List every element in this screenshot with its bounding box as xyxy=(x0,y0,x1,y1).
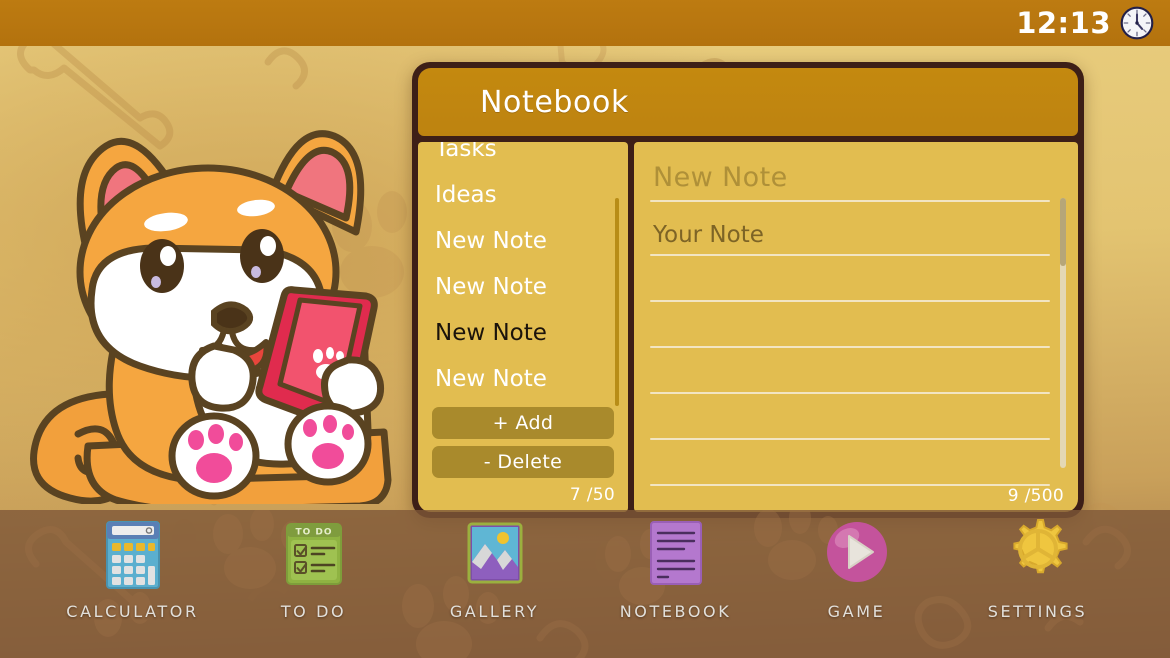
note-editor-panel: New Note Your Note 9 /500 xyxy=(634,142,1078,512)
calculator-icon xyxy=(105,521,160,589)
note-title-input[interactable]: New Note xyxy=(653,162,1038,193)
editor-rule xyxy=(650,484,1050,486)
dock-label: GALLERY xyxy=(449,602,540,621)
editor-rule xyxy=(650,346,1050,348)
dock-label: GAME xyxy=(827,602,886,621)
window-body: Tasks Ideas New Note New Note New Note N… xyxy=(418,142,1078,512)
list-item[interactable]: Ideas xyxy=(418,172,628,218)
dock-label: SETTINGS xyxy=(987,602,1088,621)
note-title-rule xyxy=(650,200,1050,202)
dock-item-calculator[interactable]: CALCULATOR xyxy=(42,518,223,621)
list-item[interactable]: New Note xyxy=(418,218,628,264)
shiba-inu-mascot xyxy=(30,130,392,504)
editor-scrollbar-thumb[interactable] xyxy=(1060,198,1066,266)
status-bar: 12:13 xyxy=(0,0,1170,46)
svg-text:TO DO: TO DO xyxy=(295,528,332,538)
note-list[interactable]: Tasks Ideas New Note New Note New Note N… xyxy=(418,142,628,410)
clock-icon xyxy=(1120,6,1154,40)
editor-rule xyxy=(650,392,1050,394)
dock-label: CALCULATOR xyxy=(66,602,199,621)
editor-scrollbar[interactable] xyxy=(1060,198,1066,468)
todo-icon: TO DO xyxy=(285,523,342,585)
page-title: Notebook xyxy=(480,84,629,120)
dock-label: NOTEBOOK xyxy=(619,602,732,621)
dock-item-todo[interactable]: TO DO TO DO xyxy=(223,518,404,621)
list-actions: + Add - Delete xyxy=(418,407,628,478)
list-item[interactable]: New Note xyxy=(418,356,628,402)
editor-rule xyxy=(650,254,1050,256)
gallery-icon xyxy=(467,522,522,584)
note-count-badge: 7 /50 xyxy=(569,485,615,505)
note-body-input[interactable]: Your Note xyxy=(653,212,1038,258)
dock-item-game[interactable]: GAME xyxy=(766,518,947,621)
notebook-icon xyxy=(649,521,702,585)
app-dock: CALCULATOR TO DO TO DO GALLERY NOTEBOOK … xyxy=(0,510,1170,658)
list-item[interactable]: New Note xyxy=(418,264,628,310)
dock-item-settings[interactable]: SETTINGS xyxy=(947,518,1128,621)
notebook-window: Notebook Tasks Ideas New Note New Note N… xyxy=(412,62,1084,518)
list-scrollbar[interactable] xyxy=(615,198,619,406)
character-count-badge: 9 /500 xyxy=(1007,486,1064,506)
game-icon xyxy=(826,522,887,582)
dock-item-gallery[interactable]: GALLERY xyxy=(404,518,585,621)
editor-rule xyxy=(650,438,1050,440)
window-titlebar: Notebook xyxy=(418,68,1078,136)
list-item[interactable]: Tasks xyxy=(418,142,628,172)
dock-label: TO DO xyxy=(280,602,347,621)
list-item-selected[interactable]: New Note xyxy=(418,310,628,356)
editor-rule xyxy=(650,300,1050,302)
dock-items: CALCULATOR TO DO TO DO GALLERY NOTEBOOK … xyxy=(0,510,1170,658)
dock-item-notebook[interactable]: NOTEBOOK xyxy=(585,518,766,621)
clock-time: 12:13 xyxy=(1016,6,1111,40)
note-list-panel: Tasks Ideas New Note New Note New Note N… xyxy=(418,142,628,512)
settings-icon xyxy=(1012,519,1068,574)
clock: 12:13 xyxy=(1016,4,1154,42)
add-note-button[interactable]: + Add xyxy=(432,407,614,439)
delete-note-button[interactable]: - Delete xyxy=(432,446,614,478)
